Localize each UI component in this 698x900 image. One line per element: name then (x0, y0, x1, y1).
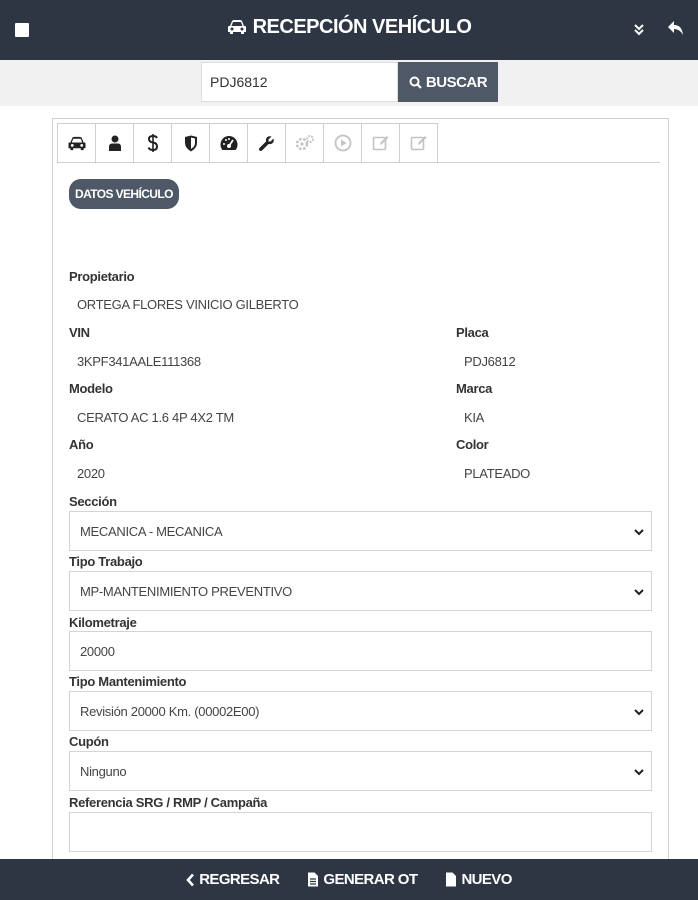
model-label: Modelo (69, 381, 113, 396)
section-select-value: MECANICA - MECANICA (80, 523, 223, 539)
mileage-input-value: 20000 (80, 643, 115, 659)
tab-warranty[interactable] (171, 123, 210, 163)
new-button[interactable]: NUEVO (445, 871, 512, 888)
search-button[interactable]: BUSCAR (398, 62, 498, 102)
wrench-icon (259, 135, 274, 151)
edit-icon (410, 136, 426, 151)
new-button-label: NUEVO (461, 871, 512, 888)
dollar-icon (147, 134, 158, 152)
tab-billing[interactable] (133, 123, 172, 163)
search-icon (409, 76, 422, 89)
chevron-down-icon (634, 529, 644, 536)
mileage-label: Kilometraje (69, 615, 137, 630)
maintenance-type-label: Tipo Mantenimiento (69, 674, 187, 689)
section-select[interactable]: MECANICA - MECANICA (69, 511, 652, 551)
chevron-down-icon (634, 709, 644, 716)
file-text-icon (308, 872, 319, 887)
color-label: Color (456, 437, 489, 452)
back-button-label: REGRESAR (199, 871, 280, 888)
owner-label: Propietario (69, 269, 135, 284)
plate-label: Placa (456, 325, 489, 340)
page-title-text: RECEPCIÓN VEHÍCULO (252, 16, 472, 38)
car-icon (227, 20, 246, 34)
car-icon (68, 136, 85, 151)
maintenance-type-select[interactable]: Revisión 20000 Km. (00002E00) (69, 691, 652, 731)
edit-icon (372, 136, 388, 151)
vin-value: 3KPF341AALE111368 (77, 354, 201, 369)
back-button[interactable]: REGRESAR (186, 871, 280, 888)
tab-start[interactable] (323, 123, 362, 163)
coupon-select[interactable]: Ninguno (69, 751, 652, 791)
generate-ot-button[interactable]: GENERAR OT (307, 871, 418, 888)
tab-owner[interactable] (95, 123, 134, 163)
year-value: 2020 (77, 466, 105, 481)
section-title-badge: DATOS VEHÍCULO (69, 179, 179, 209)
reference-label: Referencia SRG / RMP / Campaña (69, 795, 268, 810)
generate-ot-button-label: GENERAR OT (323, 871, 418, 888)
plate-search-input[interactable] (201, 62, 398, 102)
work-type-label: Tipo Trabajo (69, 554, 143, 569)
reply-arrow-icon[interactable] (666, 18, 686, 38)
reception-card: DATOS VEHÍCULO Propietario ORTEGA FLORES… (52, 118, 669, 878)
gauge-icon (220, 136, 237, 150)
play-circle-icon (334, 134, 351, 152)
tab-edit-1[interactable] (361, 123, 400, 163)
user-icon (108, 135, 121, 151)
file-icon (446, 872, 457, 887)
search-bar: BUSCAR (0, 60, 698, 106)
tab-vehicle[interactable] (57, 123, 96, 164)
owner-value: ORTEGA FLORES VINICIO GILBERTO (77, 297, 299, 312)
app-header: RECEPCIÓN VEHÍCULO (0, 0, 698, 60)
double-chevron-down-icon[interactable] (632, 22, 646, 38)
tab-edit-2[interactable] (399, 123, 438, 163)
tabs-divider (57, 162, 660, 163)
tab-inspection[interactable] (209, 123, 248, 163)
tab-bar (57, 123, 438, 164)
section-label: Sección (69, 494, 117, 509)
page-title: RECEPCIÓN VEHÍCULO (0, 16, 698, 39)
maintenance-type-select-value: Revisión 20000 Km. (00002E00) (80, 703, 260, 719)
shield-icon (184, 135, 197, 151)
color-value: PLATEADO (464, 466, 530, 481)
bottom-action-bar: REGRESAR GENERAR OT NUEVO (0, 859, 698, 900)
work-type-select-value: MP-MANTENIMIENTO PREVENTIVO (80, 583, 292, 599)
search-button-label: BUSCAR (425, 73, 488, 91)
coupon-label: Cupón (69, 734, 109, 749)
chevron-down-icon (634, 589, 644, 596)
tab-operations[interactable] (285, 123, 324, 163)
gears-icon (295, 135, 314, 151)
reference-input[interactable] (69, 812, 652, 852)
model-value: CERATO AC 1.6 4P 4X2 TM (77, 410, 234, 425)
work-type-select[interactable]: MP-MANTENIMIENTO PREVENTIVO (69, 571, 652, 611)
vin-label: VIN (69, 325, 90, 340)
chevron-down-icon (634, 769, 644, 776)
year-label: Año (69, 437, 94, 452)
chevron-left-icon (186, 873, 195, 886)
mileage-input[interactable]: 20000 (69, 631, 652, 671)
tab-service[interactable] (247, 123, 286, 163)
plate-value: PDJ6812 (464, 354, 516, 369)
brand-label: Marca (456, 381, 493, 396)
brand-value: KIA (464, 410, 485, 425)
coupon-select-value: Ninguno (80, 763, 127, 779)
